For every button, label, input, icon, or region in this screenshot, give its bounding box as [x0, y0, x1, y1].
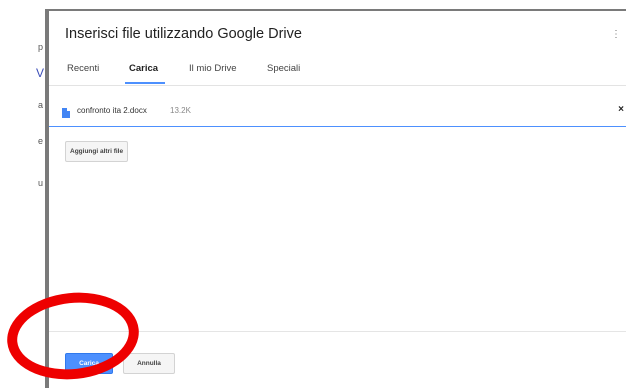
tab-recenti[interactable]: Recenti — [67, 63, 99, 79]
remove-file-icon[interactable]: × — [618, 104, 624, 115]
google-drive-picker-dialog: Inserisci file utilizzando Google Drive … — [45, 9, 626, 388]
tab-il-mio-drive[interactable]: Il mio Drive — [189, 63, 237, 79]
tab-carica[interactable]: Carica — [129, 63, 158, 79]
background-text: e — [38, 136, 44, 146]
upload-button[interactable]: Carica — [65, 353, 113, 374]
file-name: confronto ita 2.docx — [77, 106, 147, 115]
tab-speciali[interactable]: Speciali — [267, 63, 300, 79]
active-tab-indicator — [125, 82, 165, 84]
add-more-files-button[interactable]: Aggiungi altri file — [65, 141, 129, 162]
file-size: 13.2K — [170, 106, 191, 115]
cancel-button[interactable]: Annulla — [123, 353, 175, 374]
background-text: p — [38, 42, 44, 52]
close-icon[interactable]: ⋮ — [611, 29, 621, 40]
background-page: p V a e u — [0, 0, 44, 388]
background-text: a — [38, 100, 44, 110]
dialog-title: Inserisci file utilizzando Google Drive — [65, 26, 302, 42]
background-text: V — [36, 66, 45, 80]
doc-icon — [62, 108, 70, 118]
divider — [49, 331, 626, 332]
divider — [49, 85, 626, 86]
background-text: u — [38, 178, 44, 188]
page: p V a e u Inserisci file utilizzando Goo… — [0, 0, 626, 388]
file-list-item[interactable]: confronto ita 2.docx 13.2K × — [49, 97, 626, 127]
